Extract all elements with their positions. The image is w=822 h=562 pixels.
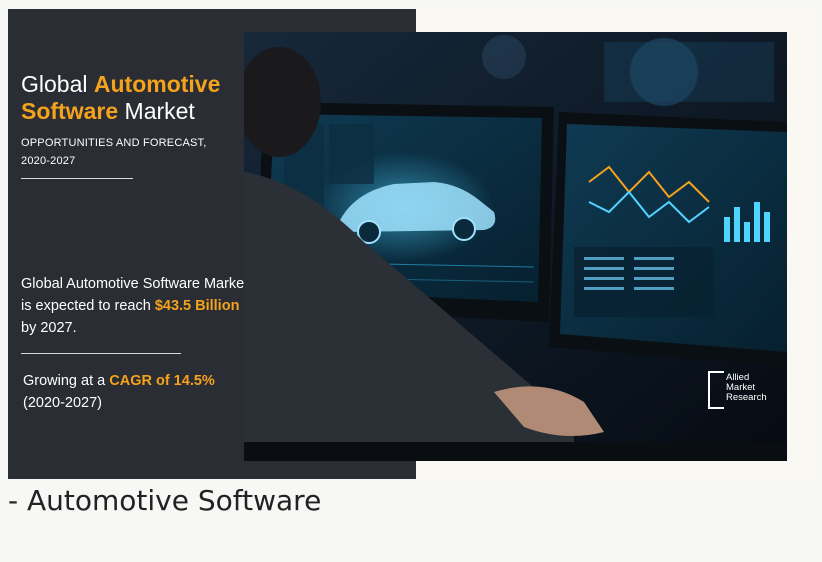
cagr-value: CAGR of 14.5% — [109, 373, 215, 389]
growth-statement: Growing at a CAGR of 14.5% (2020-2027) — [23, 373, 215, 411]
right-monitor — [549, 112, 787, 367]
market-size-value: $43.5 Billion — [154, 298, 240, 314]
divider — [21, 178, 133, 179]
title-accent-software: Software — [21, 98, 119, 124]
hero-photo — [244, 32, 787, 461]
title-accent-automotive: Automotive — [93, 71, 221, 97]
divider — [21, 353, 181, 354]
market-size-statement: Global Automotive Software Market is exp… — [21, 276, 249, 336]
allied-market-research-logo: Allied Market Research — [708, 371, 780, 411]
image-caption: - Automotive Software — [8, 484, 322, 517]
infographic-subtitle: OPPORTUNITIES AND FORECAST, 2020-2027 — [21, 137, 207, 167]
infographic-title: Global Automotive Software Market — [21, 71, 221, 124]
hero-photo-illustration — [244, 32, 787, 461]
logo-mark-icon — [708, 371, 724, 409]
infographic-card: Global Automotive Software Market OPPORT… — [8, 9, 815, 479]
